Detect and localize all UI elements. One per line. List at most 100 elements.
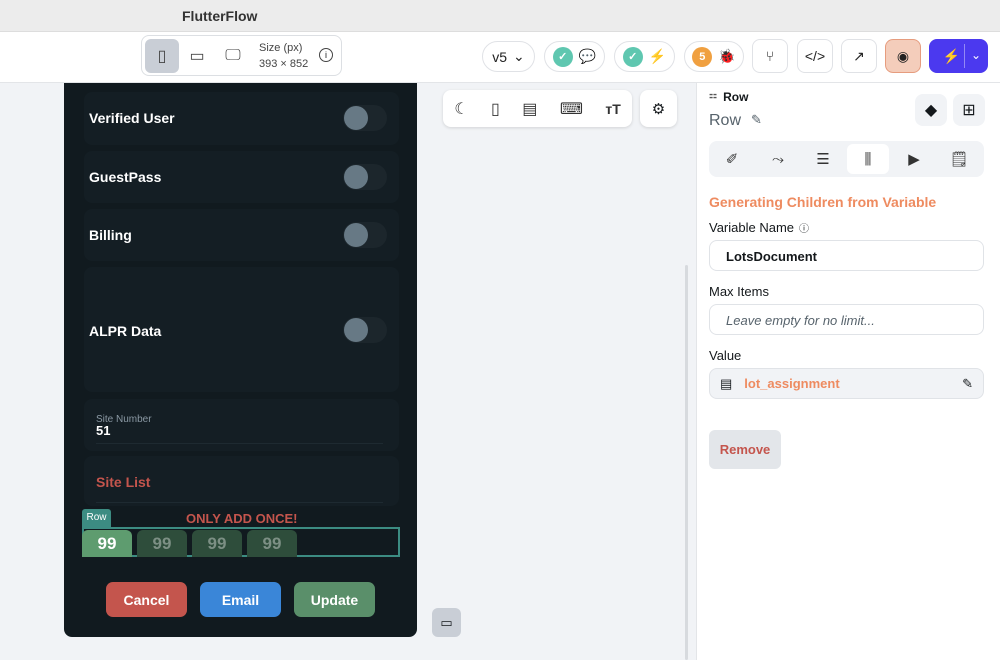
tab-animations[interactable]: ▶ bbox=[893, 144, 935, 174]
edit-icon[interactable]: ✎ bbox=[962, 376, 973, 391]
dark-mode-icon[interactable]: ☾ bbox=[454, 99, 468, 119]
edit-icon[interactable]: ✎ bbox=[751, 112, 762, 130]
row-widget-icon: ⚏ bbox=[709, 90, 718, 100]
remove-button[interactable]: Remove bbox=[709, 430, 781, 469]
text-size-icon[interactable]: тT bbox=[605, 101, 620, 117]
info-icon[interactable]: i bbox=[319, 48, 333, 62]
properties-panel: ⚏ Row Row ✎ ◆ ⊞ ✐ ⤳ ☰ ⫼ ▶ 🗒 Generating Chi… bbox=[696, 83, 1000, 660]
code-button[interactable]: </> bbox=[797, 39, 833, 73]
preview-button[interactable]: ◉ bbox=[885, 39, 921, 73]
tab-generate-children[interactable]: ⫼ bbox=[847, 144, 889, 174]
phone-canvas: Verified User GuestPass Billing ALPR Dat… bbox=[64, 83, 417, 637]
chat-icon: 💬 bbox=[578, 48, 597, 64]
site-number-value: 51 bbox=[96, 423, 111, 438]
phone-frame-icon[interactable]: ▯ bbox=[491, 99, 500, 119]
desktop-device-button[interactable]: 🖵 bbox=[216, 39, 250, 73]
value-text: lot_assignment bbox=[744, 376, 840, 391]
panel-icon: ▭ bbox=[440, 614, 453, 630]
tab-properties[interactable]: ✐ bbox=[711, 144, 753, 174]
widget-type: Row bbox=[723, 90, 749, 104]
code-icon: </> bbox=[804, 48, 826, 64]
actions-status-button[interactable]: ✓ ⚡ bbox=[614, 41, 675, 72]
billing-toggle[interactable] bbox=[343, 222, 387, 248]
tablet-device-button[interactable]: ▭ bbox=[180, 39, 214, 73]
canvas-toolbar: ☾ ▯ ▤ ⌨ тT bbox=[443, 90, 632, 127]
add-component-icon: ⊞ bbox=[962, 102, 976, 119]
debug-button[interactable]: 5 🐞 bbox=[684, 41, 744, 72]
size-value[interactable]: 393 × 852 bbox=[259, 56, 308, 72]
property-tabs: ✐ ⤳ ☰ ⫼ ▶ 🗒 bbox=[709, 141, 984, 177]
app-title: FlutterFlow bbox=[182, 8, 258, 24]
info-icon[interactable]: ⓘ bbox=[799, 220, 809, 235]
branch-icon: ⑂ bbox=[765, 48, 775, 64]
variable-name-input[interactable]: LotsDocument bbox=[709, 240, 984, 271]
branch-button[interactable]: ⑂ bbox=[752, 39, 788, 73]
run-button[interactable]: ⚡ ⌄ bbox=[929, 39, 988, 73]
play-icon: ▶ bbox=[908, 151, 920, 168]
external-link-icon: ↗ bbox=[853, 47, 865, 64]
guestpass-toggle[interactable] bbox=[343, 164, 387, 190]
version-label: v5 bbox=[492, 48, 508, 65]
bolt-icon: ⚡ bbox=[648, 48, 667, 64]
bug-count-badge: 5 bbox=[692, 46, 713, 67]
diamond-icon: ◆ bbox=[924, 102, 938, 119]
variable-name-label: Variable Name bbox=[709, 220, 795, 235]
section-title: Generating Children from Variable bbox=[709, 194, 937, 210]
lot-chip[interactable]: 99 bbox=[82, 530, 132, 557]
verified-user-toggle[interactable] bbox=[343, 105, 387, 131]
cancel-button[interactable]: Cancel bbox=[106, 582, 187, 617]
note-add-icon: 🗒 bbox=[949, 151, 969, 168]
email-button[interactable]: Email bbox=[200, 582, 281, 617]
toggle-label: ALPR Data bbox=[89, 323, 162, 339]
verified-user-row: Verified User bbox=[84, 92, 399, 145]
site-list-field[interactable]: Site List bbox=[84, 456, 399, 506]
device-selector: ▯ ▭ 🖵 Size (px) 393 × 852 i bbox=[141, 35, 342, 76]
phone-device-button[interactable]: ▯ bbox=[145, 39, 179, 73]
tree-settings-icon: ⚙ bbox=[651, 100, 666, 118]
max-items-input[interactable]: Leave empty for no limit... bbox=[709, 304, 984, 335]
toggle-label: GuestPass bbox=[89, 169, 162, 185]
version-dropdown[interactable]: v5 ⌄ bbox=[482, 41, 535, 72]
add-component-button[interactable]: ⊞ bbox=[953, 94, 985, 126]
tab-notes[interactable]: 🗒 bbox=[938, 144, 980, 174]
max-items-label: Max Items bbox=[709, 284, 769, 299]
widget-name[interactable]: Row bbox=[709, 112, 741, 130]
gem-button[interactable]: ◆ bbox=[915, 94, 947, 126]
update-button[interactable]: Update bbox=[294, 582, 375, 617]
warning-text: ONLY ADD ONCE! bbox=[186, 511, 298, 526]
responsive-icon[interactable]: ▤ bbox=[522, 99, 537, 119]
eye-icon: ◉ bbox=[896, 47, 910, 64]
site-number-field[interactable]: Site Number 51 bbox=[84, 399, 399, 451]
ruler-pencil-icon: ✐ bbox=[725, 151, 739, 168]
chevron-down-icon: ⌄ bbox=[971, 48, 982, 62]
lot-chip[interactable]: 99 bbox=[247, 530, 297, 557]
value-field[interactable]: ▤ lot_assignment ✎ bbox=[709, 368, 984, 399]
tab-backend-query[interactable]: ☰ bbox=[802, 144, 844, 174]
database-icon: ☰ bbox=[816, 151, 830, 168]
alpr-toggle[interactable] bbox=[343, 317, 387, 343]
action-flow-icon: ⤳ bbox=[771, 150, 784, 168]
guestpass-row: GuestPass bbox=[84, 151, 399, 203]
site-list-label: Site List bbox=[96, 474, 151, 490]
tree-settings-button[interactable]: ⚙ bbox=[640, 90, 677, 127]
comments-button[interactable]: ✓ 💬 bbox=[544, 41, 605, 72]
lot-chip[interactable]: 99 bbox=[137, 530, 187, 557]
value-label: Value bbox=[709, 348, 742, 363]
lot-chip[interactable]: 99 bbox=[192, 530, 242, 557]
tab-actions[interactable]: ⤳ bbox=[757, 144, 799, 174]
open-external-button[interactable]: ↗ bbox=[841, 39, 877, 73]
window-titlebar: FlutterFlow bbox=[0, 0, 1000, 32]
table-icon: ▤ bbox=[720, 376, 733, 391]
chevron-down-icon: ⌄ bbox=[513, 48, 525, 64]
keyboard-icon[interactable]: ⌨ bbox=[560, 99, 583, 119]
billing-row: Billing bbox=[84, 209, 399, 261]
generate-children-icon: ⫼ bbox=[864, 150, 872, 168]
alpr-row: ALPR Data bbox=[84, 267, 399, 392]
bottom-panel-button[interactable]: ▭ bbox=[432, 608, 461, 637]
toggle-label: Billing bbox=[89, 227, 132, 243]
lightning-icon: ⚡ bbox=[942, 47, 961, 64]
check-icon: ✓ bbox=[552, 46, 573, 67]
size-label: Size (px) bbox=[259, 42, 303, 54]
bug-icon: 🐞 bbox=[718, 48, 736, 64]
canvas-scrollbar[interactable] bbox=[685, 265, 688, 660]
